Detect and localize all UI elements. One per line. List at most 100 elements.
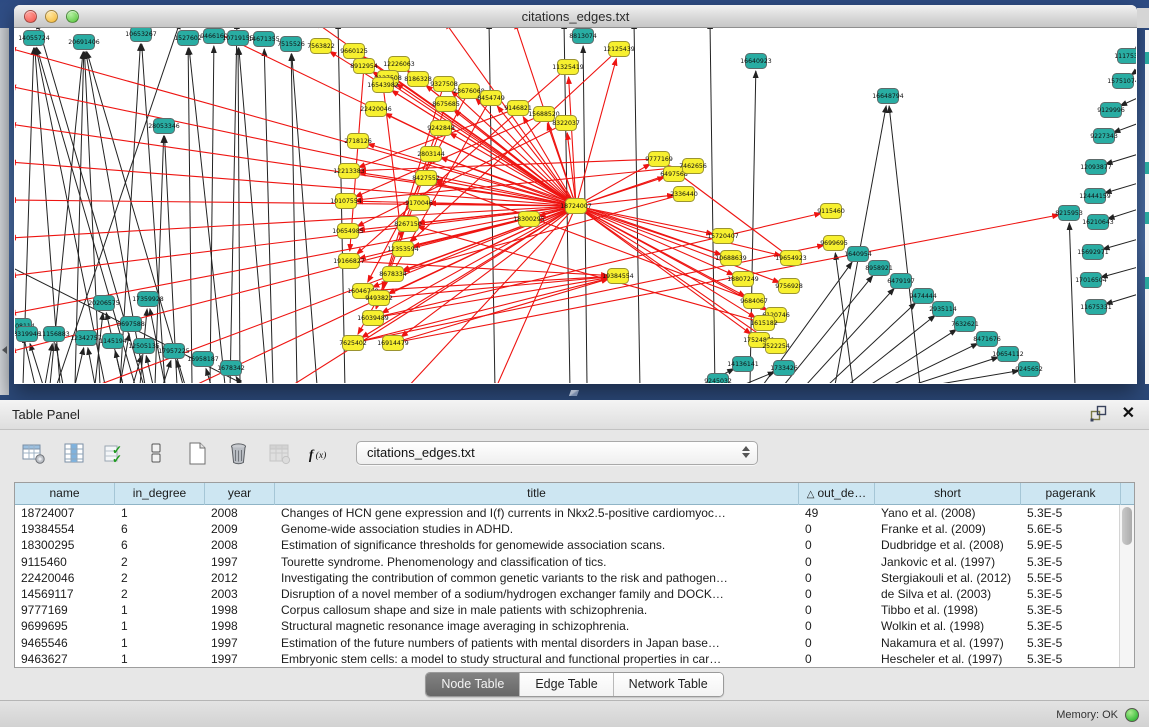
table-row[interactable]: 1938455462009Genome-wide association stu… — [15, 521, 1119, 537]
graph-node[interactable]: 20691406 — [68, 35, 100, 50]
citation-edge-black[interactable] — [177, 361, 183, 383]
vertical-scrollbar[interactable] — [1119, 505, 1134, 667]
graph-node[interactable]: 16640923 — [740, 54, 772, 69]
citation-edge-red[interactable] — [576, 206, 781, 256]
graph-node[interactable]: 12213383 — [333, 164, 365, 179]
graph-node[interactable]: 14055724 — [18, 31, 50, 46]
graph-node[interactable]: 9777169 — [645, 152, 673, 167]
graph-node[interactable]: 9697588 — [117, 317, 145, 332]
citation-edge-black[interactable] — [189, 48, 225, 383]
graph-node[interactable]: 16210643 — [1082, 215, 1114, 230]
table-row[interactable]: 911546021997Tourette syndrome. Phenomeno… — [15, 554, 1119, 570]
graph-node[interactable]: 8215953 — [1055, 206, 1083, 221]
citation-edge-black[interactable] — [1106, 293, 1136, 304]
graph-node[interactable]: 9245032 — [704, 374, 732, 384]
table-panel-header[interactable]: Table Panel ✕ — [0, 400, 1149, 430]
table-row[interactable]: 1872400712008Changes of HCN gene express… — [15, 505, 1119, 521]
row-select-check-icon[interactable]: ✓✓ — [102, 440, 128, 466]
citation-edge-black[interactable] — [1069, 223, 1075, 383]
graph-node[interactable]: 7625402 — [339, 336, 367, 351]
graph-node[interactable]: 19384554 — [602, 269, 634, 284]
graph-node[interactable]: 1527602 — [174, 31, 202, 46]
citation-edge-black[interactable] — [1101, 266, 1136, 277]
graph-node[interactable]: 12505135 — [128, 339, 160, 354]
graph-node[interactable]: 8454749 — [477, 91, 505, 106]
graph-node[interactable]: 9227343 — [1090, 129, 1118, 144]
merge-rows-icon[interactable] — [143, 440, 169, 466]
tab-network-table[interactable]: Network Table — [614, 673, 723, 696]
citation-edge-red[interactable] — [667, 165, 791, 258]
network-window-titlebar[interactable]: citations_edges.txt — [14, 5, 1137, 28]
function-builder-icon[interactable]: f(x) — [307, 440, 333, 466]
float-panel-icon[interactable] — [1090, 405, 1108, 423]
graph-node[interactable]: 7462656 — [679, 159, 707, 174]
table-settings-icon[interactable] — [20, 440, 46, 466]
citation-edge-black[interactable] — [1120, 96, 1136, 106]
graph-node[interactable]: 12226063 — [383, 57, 415, 72]
graph-node[interactable]: 9699695 — [820, 236, 848, 251]
panel-splitter-handle[interactable] — [566, 389, 582, 397]
graph-node[interactable]: 8678334 — [379, 267, 407, 282]
table-row[interactable]: 2242004622012Investigating the contribut… — [15, 570, 1119, 586]
graph-node[interactable]: 10688639 — [715, 251, 747, 266]
network-view-window[interactable]: citations_edges.txt 14055724 20691406 1065… — [14, 5, 1137, 384]
graph-node[interactable]: 7563822 — [307, 39, 335, 54]
citation-edge-black[interactable] — [583, 46, 587, 383]
graph-node[interactable]: 2522254 — [762, 339, 790, 354]
column-header-year[interactable]: year — [205, 483, 275, 505]
citation-edge-black[interactable] — [1106, 153, 1136, 164]
graph-node[interactable]: 9684067 — [740, 294, 768, 309]
graph-node[interactable]: 1117533 — [1114, 49, 1136, 64]
node-table[interactable]: namein_degreeyeartitle△out_de…shortpager… — [14, 482, 1135, 668]
graph-node[interactable]: 16039489 — [357, 311, 389, 326]
graph-node[interactable]: 14671355 — [248, 32, 280, 47]
tab-node-table[interactable]: Node Table — [426, 673, 520, 696]
tab-edge-table[interactable]: Edge Table — [520, 673, 613, 696]
graph-node[interactable]: 7632621 — [951, 317, 979, 332]
control-panel-edge[interactable] — [0, 28, 9, 395]
graph-node[interactable]: 11675331 — [1080, 300, 1112, 315]
table-row[interactable]: 969969511998Structural magnetic resonanc… — [15, 618, 1119, 634]
graph-node[interactable]: 12125439 — [603, 42, 635, 57]
graph-node[interactable]: 9756928 — [775, 279, 803, 294]
graph-node[interactable]: 18300295 — [513, 212, 545, 227]
citation-edge-black[interactable] — [743, 372, 775, 383]
column-header-pagerank[interactable]: pagerank — [1021, 483, 1121, 505]
graph-node[interactable]: 7515526 — [277, 37, 305, 52]
citation-edge-black[interactable] — [146, 356, 153, 383]
citation-edge-black[interactable] — [1135, 42, 1136, 49]
graph-node[interactable]: 11325419 — [552, 60, 584, 75]
column-header-name[interactable]: name — [15, 483, 115, 505]
table-selector-dropdown[interactable]: citations_edges.txt — [356, 441, 758, 465]
graph-node[interactable]: 8471676 — [973, 332, 1001, 347]
graph-node[interactable]: 10653267 — [125, 28, 157, 42]
graph-node[interactable]: 9245652 — [1015, 362, 1043, 377]
citation-edge-black[interactable] — [710, 28, 715, 383]
graph-node[interactable]: 2718126 — [344, 134, 372, 149]
close-panel-icon[interactable]: ✕ — [1122, 405, 1135, 423]
graph-node[interactable]: 8322037 — [552, 116, 580, 131]
column-header-in_degree[interactable]: in_degree — [115, 483, 205, 505]
citation-edge-red[interactable] — [576, 206, 751, 334]
citation-edge-black[interactable] — [1108, 208, 1136, 219]
column-header-short[interactable]: short — [875, 483, 1021, 505]
column-header-out_de[interactable]: △out_de… — [799, 483, 875, 505]
graph-node[interactable]: 8427552 — [412, 171, 440, 186]
citation-edge-black[interactable] — [264, 49, 273, 383]
panel-collapse-arrow-icon[interactable] — [2, 346, 7, 354]
graph-node[interactable]: 2935114 — [929, 302, 957, 317]
citation-edge-black[interactable] — [291, 54, 297, 383]
graph-node[interactable]: 17016504 — [1075, 273, 1107, 288]
import-table-icon-disabled[interactable] — [266, 440, 292, 466]
citation-edge-red[interactable] — [15, 206, 576, 276]
citation-edge-black[interactable] — [634, 28, 640, 383]
graph-node[interactable]: 9170046 — [405, 196, 433, 211]
citation-edge-black[interactable] — [1113, 122, 1136, 133]
graph-node[interactable]: 15720407 — [707, 229, 739, 244]
column-header-title[interactable]: title — [275, 483, 799, 505]
graph-node[interactable]: 8186328 — [404, 72, 432, 87]
graph-node[interactable]: 19654923 — [775, 251, 807, 266]
graph-node[interactable]: 8675685 — [432, 97, 460, 112]
citation-edge-black[interactable] — [23, 336, 35, 383]
table-row[interactable]: 977716911998Corpus callosum shape and si… — [15, 602, 1119, 618]
